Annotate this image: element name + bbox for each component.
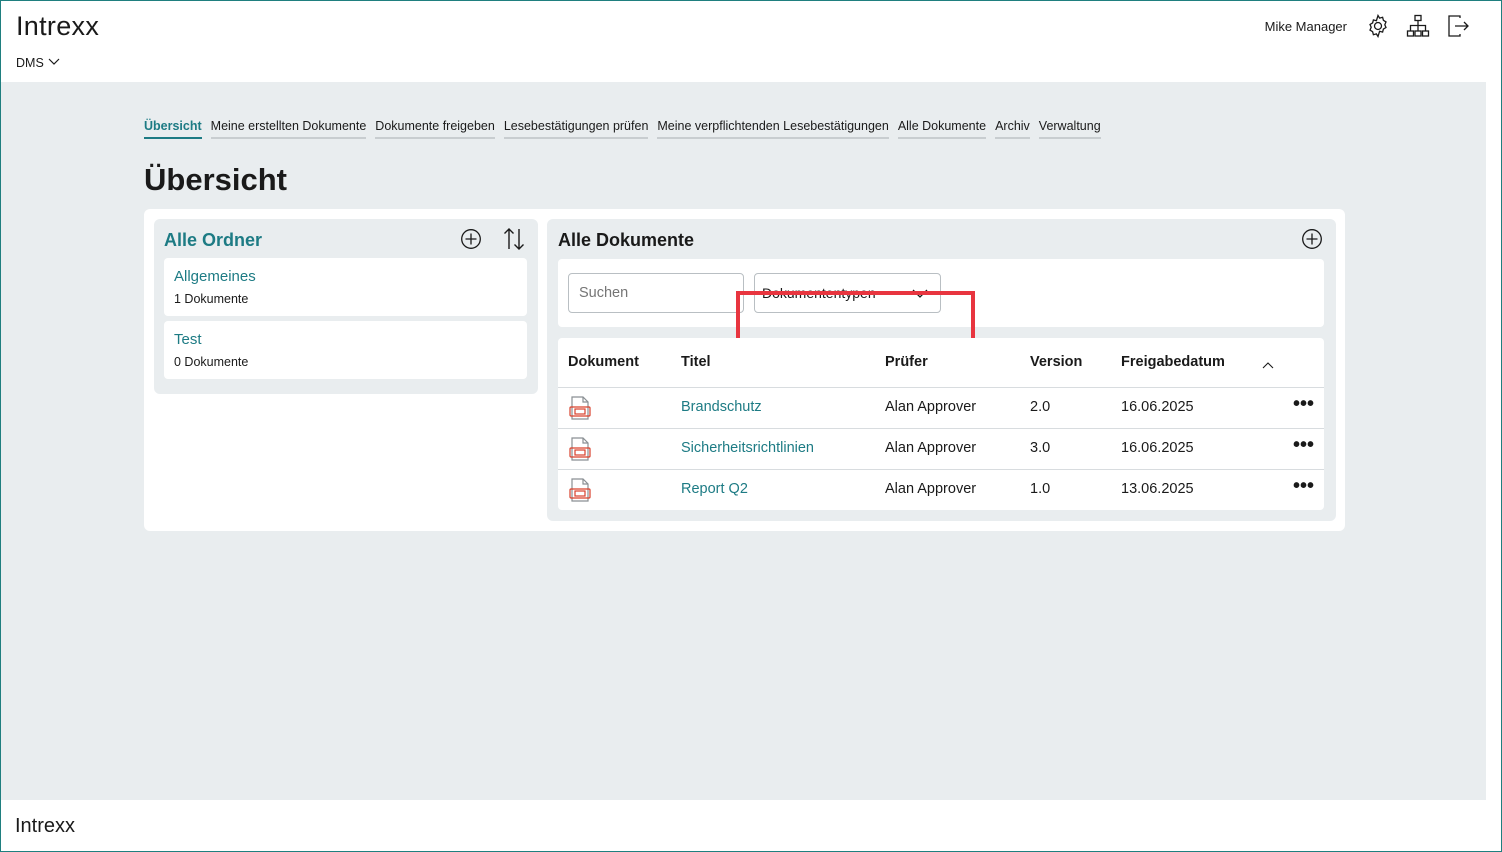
folders-title[interactable]: Alle Ordner <box>164 230 262 251</box>
tab-uebersicht[interactable]: Übersicht <box>144 119 202 139</box>
reviewer: Alan Approver <box>885 440 977 456</box>
documents-title: Alle Dokumente <box>558 230 695 250</box>
add-folder-icon[interactable] <box>460 228 482 255</box>
more-options-icon[interactable]: ••• <box>1293 435 1314 455</box>
more-options-icon[interactable]: ••• <box>1293 476 1314 496</box>
footer-logo: Intrexx <box>15 815 76 837</box>
reviewer: Alan Approver <box>885 481 977 497</box>
column-header-freigabedatum[interactable]: Freigabedatum <box>1121 354 1225 370</box>
release-date: 16.06.2025 <box>1121 440 1194 456</box>
app-footer: Intrexx <box>1 800 1501 851</box>
column-header-version[interactable]: Version <box>1030 354 1082 370</box>
document-title-link[interactable]: Brandschutz <box>681 399 762 415</box>
add-document-icon[interactable] <box>1301 228 1323 255</box>
search-input[interactable] <box>568 273 744 313</box>
pdf-file-icon[interactable] <box>569 396 591 420</box>
document-title-link[interactable]: Sicherheitsrichtlinien <box>681 440 814 456</box>
version: 2.0 <box>1030 399 1051 415</box>
reviewer: Alan Approver <box>885 399 977 415</box>
tab-bar: Übersicht Meine erstellten Dokumente Dok… <box>144 119 1101 139</box>
content-card: Alle Ordner Allgemeines 1 Dokumente Test… <box>144 209 1345 531</box>
folder-count: 1 Dokumente <box>174 292 249 306</box>
pdf-file-icon[interactable] <box>569 478 591 502</box>
folders-panel: Alle Ordner Allgemeines 1 Dokumente Test… <box>154 219 538 394</box>
version: 1.0 <box>1030 481 1051 497</box>
release-date: 13.06.2025 <box>1121 481 1194 497</box>
scrollbar[interactable] <box>1487 82 1501 800</box>
folder-item-test[interactable]: Test 0 Dokumente <box>164 321 527 379</box>
documents-panel: Alle Dokumente Dokumententypen Dokument <box>547 219 1336 521</box>
chevron-down-icon <box>48 55 60 70</box>
column-header-dokument[interactable]: Dokument <box>568 354 639 370</box>
gear-icon[interactable] <box>1365 13 1391 39</box>
tab-alle-dokumente[interactable]: Alle Dokumente <box>897 119 987 139</box>
sitemap-icon[interactable] <box>1405 13 1431 39</box>
folder-item-allgemeines[interactable]: Allgemeines 1 Dokumente <box>164 258 527 316</box>
tab-verwaltung[interactable]: Verwaltung <box>1038 119 1101 139</box>
table-row[interactable]: Report Q2 Alan Approver 1.0 13.06.2025 •… <box>558 469 1324 510</box>
main-area: Übersicht Meine erstellten Dokumente Dok… <box>1 82 1486 800</box>
table-row[interactable]: Sicherheitsrichtlinien Alan Approver 3.0… <box>558 428 1324 469</box>
user-name[interactable]: Mike Manager <box>1265 19 1347 34</box>
tab-archiv[interactable]: Archiv <box>995 119 1030 139</box>
app-name: DMS <box>16 55 44 70</box>
tab-dokumente-freigeben[interactable]: Dokumente freigeben <box>375 119 495 139</box>
folder-count: 0 Dokumente <box>174 355 249 369</box>
logout-icon[interactable] <box>1445 13 1471 39</box>
documents-table: Dokument Titel Prüfer Version Freigabeda… <box>558 338 1324 510</box>
folder-name: Allgemeines <box>174 268 256 285</box>
app-switcher[interactable]: DMS <box>16 55 60 70</box>
column-header-pruefer[interactable]: Prüfer <box>885 354 928 370</box>
page-title: Übersicht <box>144 162 287 197</box>
intrexx-logo[interactable]: Intrexx <box>16 11 99 42</box>
filter-box: Dokumententypen <box>558 259 1324 373</box>
release-date: 16.06.2025 <box>1121 399 1194 415</box>
tab-meine-erstellten-dokumente[interactable]: Meine erstellten Dokumente <box>210 119 367 139</box>
sort-icon[interactable] <box>502 226 526 257</box>
pdf-file-icon[interactable] <box>569 437 591 461</box>
folder-name: Test <box>174 331 202 348</box>
user-area: Mike Manager <box>1265 13 1471 39</box>
tab-meine-verpflichtenden-lesebestaetigungen[interactable]: Meine verpflichtenden Lesebestätigungen <box>657 119 889 139</box>
document-title-link[interactable]: Report Q2 <box>681 481 748 497</box>
app-header: Intrexx DMS Mike Manager <box>1 1 1501 82</box>
sort-ascending-icon[interactable] <box>1261 357 1275 375</box>
version: 3.0 <box>1030 440 1051 456</box>
tab-lesebestaetigungen-pruefen[interactable]: Lesebestätigungen prüfen <box>503 119 649 139</box>
column-header-titel[interactable]: Titel <box>681 354 711 370</box>
more-options-icon[interactable]: ••• <box>1293 394 1314 414</box>
table-row[interactable]: Brandschutz Alan Approver 2.0 16.06.2025… <box>558 387 1324 428</box>
